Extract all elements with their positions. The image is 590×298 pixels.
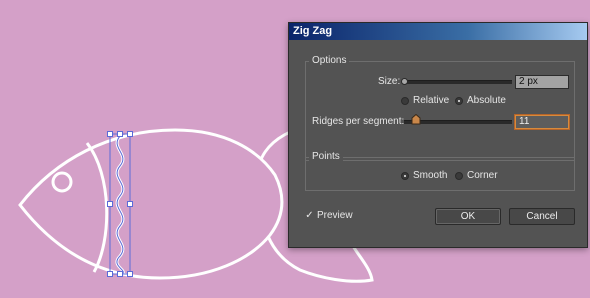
- size-slider-track[interactable]: [404, 80, 512, 84]
- selection-handle[interactable]: [127, 201, 133, 207]
- selection-handle[interactable]: [107, 271, 113, 277]
- selection-handle[interactable]: [107, 131, 113, 137]
- preview-label[interactable]: Preview: [317, 210, 353, 222]
- options-legend: Options: [309, 55, 350, 67]
- size-label: Size:: [378, 76, 401, 87]
- size-input[interactable]: 2 px: [515, 75, 569, 89]
- zigzag-dialog: Zig Zag Options Size: 2 px Relative Abso…: [288, 22, 588, 248]
- relative-label[interactable]: Relative: [413, 95, 449, 107]
- smooth-radio[interactable]: [401, 172, 409, 180]
- corner-radio[interactable]: [455, 172, 463, 180]
- size-slider-knob[interactable]: [401, 78, 408, 85]
- ridges-input[interactable]: 11: [515, 115, 569, 129]
- ok-button[interactable]: OK: [435, 208, 501, 225]
- fish-body[interactable]: [18, 128, 284, 280]
- smooth-label[interactable]: Smooth: [413, 170, 447, 182]
- dialog-title[interactable]: Zig Zag: [289, 23, 587, 40]
- selection-handle[interactable]: [117, 271, 123, 277]
- selection-handle[interactable]: [127, 131, 133, 137]
- ridges-label: Ridges per segment:: [312, 116, 405, 127]
- corner-label[interactable]: Corner: [467, 170, 498, 182]
- relative-radio[interactable]: [401, 97, 409, 105]
- points-legend: Points: [309, 151, 343, 163]
- absolute-radio[interactable]: [455, 97, 463, 105]
- cancel-button[interactable]: Cancel: [509, 208, 575, 225]
- checkmark-icon[interactable]: ✓: [305, 211, 314, 221]
- selection-handle[interactable]: [127, 271, 133, 277]
- slider-knob-icon[interactable]: [411, 114, 421, 125]
- selection-handle[interactable]: [117, 131, 123, 137]
- absolute-label[interactable]: Absolute: [467, 95, 506, 107]
- selection-handle[interactable]: [107, 201, 113, 207]
